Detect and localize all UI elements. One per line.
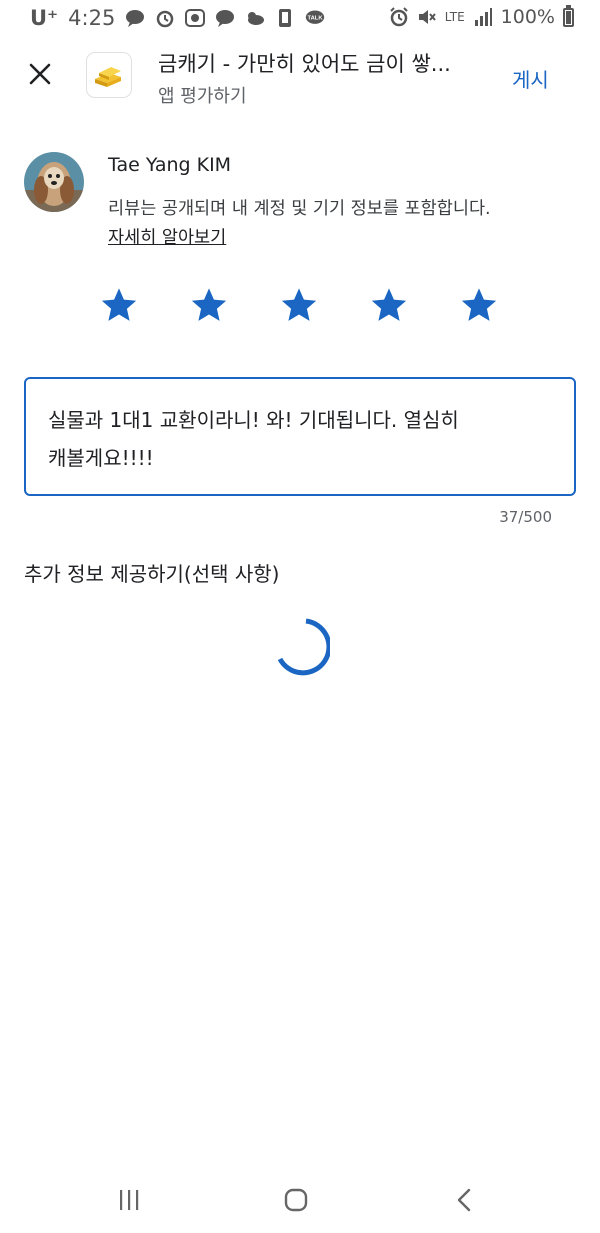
home-icon[interactable] (284, 1188, 308, 1212)
alarm-clock-icon (390, 7, 408, 27)
extra-info-heading: 추가 정보 제공하기(선택 사항) (24, 562, 280, 586)
close-icon[interactable] (22, 56, 58, 92)
learn-more-link[interactable]: 자세히 알아보기 (108, 224, 226, 249)
signal-icon (474, 8, 492, 26)
public-review-notice: 리뷰는 공개되며 내 계정 및 기기 정보를 포함합니다. (108, 199, 491, 219)
review-text-field[interactable]: 실물과 1대1 교환이라니! 와! 기대됩니다. 열심히 캐볼게요!!!! (24, 377, 576, 496)
review-text-line-2: 캐볼게요!!!! (48, 446, 154, 470)
kakaotalk-icon: TALK (306, 10, 325, 24)
game-app-icon (185, 9, 206, 27)
phone-app-icon (279, 9, 292, 27)
weather-icon (248, 12, 265, 25)
review-text-line-1: 실물과 1대1 교환이라니! 와! 기대됩니다. 열심히 (48, 408, 459, 432)
app-title: 금캐기 - 가만히 있어도 금이 쌓... (158, 52, 451, 76)
back-icon[interactable] (456, 1188, 472, 1212)
recent-apps-icon[interactable] (118, 1189, 140, 1211)
app-icon (86, 52, 132, 98)
star-rating (100, 286, 498, 324)
star-2-icon[interactable] (190, 286, 228, 324)
avatar (24, 152, 84, 212)
network-type: LTE (444, 10, 465, 24)
star-5-icon[interactable] (460, 286, 498, 324)
user-name: Tae Yang KIM (108, 154, 232, 176)
battery-icon (563, 4, 574, 27)
gold-bars-icon (95, 67, 121, 87)
carrier-label: U⁺ (30, 6, 59, 30)
chat-bubble-icon-2 (216, 10, 235, 27)
status-bar-right: LTE 100% (389, 4, 574, 28)
status-time: 4:25 (68, 6, 116, 30)
status-bar: U⁺ 4:25 TALK LTE 100% (0, 0, 600, 36)
status-bar-left: U⁺ 4:25 TALK (30, 6, 325, 30)
chat-bubble-icon (126, 10, 145, 27)
loading-spinner-icon (277, 618, 330, 676)
rate-app-subtitle: 앱 평가하기 (158, 86, 247, 107)
mute-icon (418, 10, 436, 24)
character-counter: 37/500 (499, 508, 552, 526)
alarm-icon (157, 10, 174, 28)
app-bar: 금캐기 - 가만히 있어도 금이 쌓... 앱 평가하기 게시 (0, 36, 600, 116)
system-nav-bar (0, 1165, 600, 1233)
star-3-icon[interactable] (280, 286, 318, 324)
star-4-icon[interactable] (370, 286, 408, 324)
kakaotalk-label: TALK (308, 16, 324, 22)
battery-percent: 100% (500, 6, 555, 28)
star-1-icon[interactable] (100, 286, 138, 324)
post-button[interactable]: 게시 (512, 64, 549, 93)
dog-avatar-image (24, 152, 84, 212)
